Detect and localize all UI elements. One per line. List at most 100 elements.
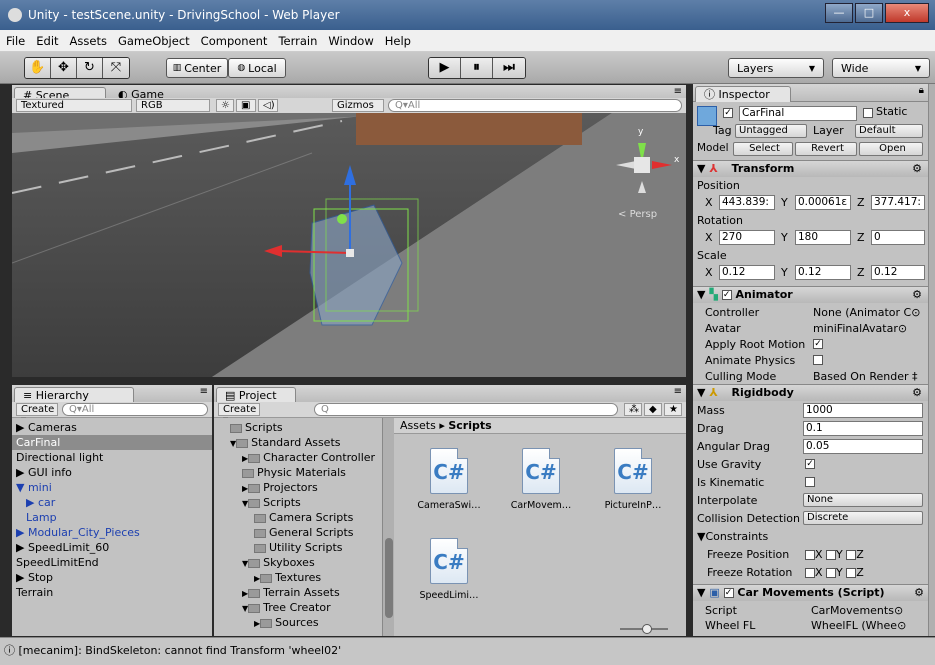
panel-menu-icon[interactable]: ≡ bbox=[674, 86, 682, 97]
filter-label-icon[interactable]: ◆ bbox=[644, 403, 662, 416]
gear-icon[interactable]: ⚙ bbox=[912, 161, 922, 177]
tag-dropdown[interactable]: Untagged bbox=[735, 124, 807, 138]
panel-menu-icon[interactable]: ≡ bbox=[674, 386, 682, 397]
project-create-dropdown[interactable]: Create ▾ bbox=[218, 403, 260, 426]
position-x-field[interactable]: 443.839: bbox=[719, 195, 775, 210]
model-select-button[interactable]: Select bbox=[733, 142, 793, 156]
project-folder-item[interactable]: Physic Materials bbox=[242, 465, 346, 480]
breadcrumb-scripts[interactable]: Scripts bbox=[448, 419, 491, 432]
project-folder-item[interactable]: ▶ Sources bbox=[254, 615, 319, 630]
position-z-field[interactable]: 377.417: bbox=[871, 195, 925, 210]
project-folder-item[interactable]: ▼ Skyboxes bbox=[242, 555, 315, 570]
model-revert-button[interactable]: Revert bbox=[795, 142, 857, 156]
car-movements-header[interactable]: ▼ ▣ ✓ Car Movements (Script) ⚙ bbox=[693, 584, 928, 601]
animator-value[interactable]: ✓ bbox=[813, 339, 823, 349]
use-gravity-checkbox[interactable]: ✓ bbox=[805, 459, 815, 469]
breadcrumb-assets[interactable]: Assets bbox=[400, 419, 436, 432]
rotation-x-field[interactable]: 270 bbox=[719, 230, 775, 245]
project-folder-item[interactable]: Utility Scripts bbox=[254, 540, 343, 555]
project-folder-item[interactable]: ▶ Projectors bbox=[242, 480, 318, 495]
lighting-toggle-icon[interactable]: ☼ bbox=[216, 99, 234, 112]
constraints-row[interactable]: ▼Constraints bbox=[693, 528, 928, 545]
persp-label[interactable]: < Persp bbox=[618, 209, 657, 220]
menu-terrain[interactable]: Terrain bbox=[278, 34, 317, 48]
lock-icon[interactable]: 🔒︎ bbox=[919, 85, 924, 96]
minimize-button[interactable]: — bbox=[825, 3, 853, 23]
freeze-pos-y-checkbox[interactable] bbox=[826, 550, 837, 560]
play-button[interactable]: ▶ bbox=[429, 58, 461, 78]
project-folder-item[interactable]: Camera Scripts bbox=[254, 510, 353, 525]
menu-gameobject[interactable]: GameObject bbox=[118, 34, 190, 48]
zoom-slider[interactable] bbox=[620, 624, 668, 634]
car-movements-enabled-checkbox[interactable]: ✓ bbox=[723, 588, 734, 598]
layers-dropdown[interactable]: Layers ▼ bbox=[728, 58, 824, 78]
move-tool-icon[interactable]: ✥ bbox=[51, 58, 77, 78]
menu-help[interactable]: Help bbox=[385, 34, 411, 48]
hierarchy-search-input[interactable]: Q▾All bbox=[62, 403, 208, 416]
favorite-star-icon[interactable]: ★ bbox=[664, 403, 682, 416]
project-folder-item[interactable]: ▶ Textures bbox=[254, 570, 321, 585]
filter-type-icon[interactable]: ⁂ bbox=[624, 403, 642, 416]
freeze-rot-z-checkbox[interactable] bbox=[846, 568, 857, 578]
image-toggle-icon[interactable]: ▣ bbox=[236, 99, 256, 112]
hierarchy-item[interactable]: ▼ mini bbox=[12, 480, 212, 495]
tab-inspector[interactable]: ⓘ Inspector bbox=[695, 86, 791, 102]
pivot-local-button[interactable]: ◍ Local bbox=[228, 58, 286, 78]
scene-search-input[interactable]: Q▾All bbox=[388, 99, 682, 112]
gear-icon[interactable]: ⚙ bbox=[912, 385, 922, 401]
model-open-button[interactable]: Open bbox=[859, 142, 923, 156]
hierarchy-item[interactable]: ▶ Cameras bbox=[12, 420, 212, 435]
project-folder-item[interactable]: General Scripts bbox=[254, 525, 353, 540]
script-asset[interactable]: C# PictureInP… bbox=[598, 448, 668, 511]
freeze-rot-y-checkbox[interactable] bbox=[826, 568, 837, 578]
project-search-input[interactable]: Q bbox=[314, 403, 618, 416]
tree-scrollbar-thumb[interactable] bbox=[385, 538, 393, 618]
position-y-field[interactable]: 0.00061ε bbox=[795, 195, 851, 210]
hierarchy-item[interactable]: Directional light bbox=[12, 450, 212, 465]
hierarchy-item[interactable]: ▶ car bbox=[12, 495, 212, 510]
project-folder-item[interactable]: ▼ Standard Assets bbox=[230, 435, 341, 450]
maximize-button[interactable]: □ bbox=[855, 3, 883, 23]
freeze-rot-x-checkbox[interactable] bbox=[805, 568, 815, 578]
scale-tool-icon[interactable]: ⤧ bbox=[103, 58, 129, 78]
render-mode-dropdown[interactable]: RGB bbox=[136, 99, 210, 112]
rotate-tool-icon[interactable]: ↻ bbox=[77, 58, 103, 78]
gear-icon[interactable]: ⚙ bbox=[912, 287, 922, 303]
scene-view[interactable]: y x < Persp bbox=[12, 113, 686, 377]
step-button[interactable]: ⏭ bbox=[493, 58, 525, 78]
script-asset[interactable]: C# CameraSwi… bbox=[414, 448, 484, 511]
hierarchy-item[interactable]: ▶ SpeedLimit_60 bbox=[12, 540, 212, 555]
tree-scrollbar[interactable] bbox=[382, 418, 394, 636]
scale-x-field[interactable]: 0.12 bbox=[719, 265, 775, 280]
project-folder-item[interactable]: ▼ Scripts bbox=[242, 495, 301, 510]
project-folder-item[interactable]: Scripts bbox=[230, 420, 283, 435]
hierarchy-item[interactable]: ▶ Stop bbox=[12, 570, 212, 585]
pause-button[interactable]: ⏸ bbox=[461, 58, 493, 78]
gear-icon[interactable]: ⚙ bbox=[914, 585, 924, 601]
static-label[interactable]: Static bbox=[876, 105, 907, 118]
script-asset[interactable]: C# SpeedLimi… bbox=[414, 538, 484, 601]
transform-header[interactable]: ▼ ⅄ Transform ⚙ bbox=[693, 160, 928, 177]
hand-tool-icon[interactable]: ✋ bbox=[25, 58, 51, 78]
mass-field[interactable]: 1000 bbox=[803, 403, 923, 418]
animator-value[interactable] bbox=[813, 355, 823, 365]
is-kinematic-checkbox[interactable] bbox=[805, 477, 815, 487]
status-bar[interactable]: ⓘ [mecanim]: BindSkeleton: cannot find T… bbox=[0, 637, 935, 665]
object-reference-field[interactable]: WheelFR (Whee⊙ bbox=[811, 632, 908, 636]
scale-z-field[interactable]: 0.12 bbox=[871, 265, 925, 280]
hierarchy-item[interactable]: SpeedLimitEnd bbox=[12, 555, 212, 570]
gizmos-dropdown[interactable]: Gizmos bbox=[332, 99, 384, 112]
menu-component[interactable]: Component bbox=[201, 34, 268, 48]
audio-toggle-icon[interactable]: ◁) bbox=[258, 99, 278, 112]
inspector-scrollbar[interactable] bbox=[928, 84, 935, 636]
object-name-input[interactable]: CarFinal bbox=[739, 106, 857, 121]
shading-mode-dropdown[interactable]: Textured bbox=[16, 99, 132, 112]
angular-drag-field[interactable]: 0.05 bbox=[803, 439, 923, 454]
interpolate-dropdown[interactable]: None bbox=[803, 493, 923, 507]
hierarchy-item[interactable]: ▶ Modular_City_Pieces bbox=[12, 525, 212, 540]
panel-menu-icon[interactable]: ≡ bbox=[200, 386, 208, 397]
drag-field[interactable]: 0.1 bbox=[803, 421, 923, 436]
freeze-pos-z-checkbox[interactable] bbox=[846, 550, 857, 560]
animator-header[interactable]: ▼ ▚ ✓ Animator ⚙ bbox=[693, 286, 928, 303]
hierarchy-item[interactable]: Lamp bbox=[12, 510, 212, 525]
